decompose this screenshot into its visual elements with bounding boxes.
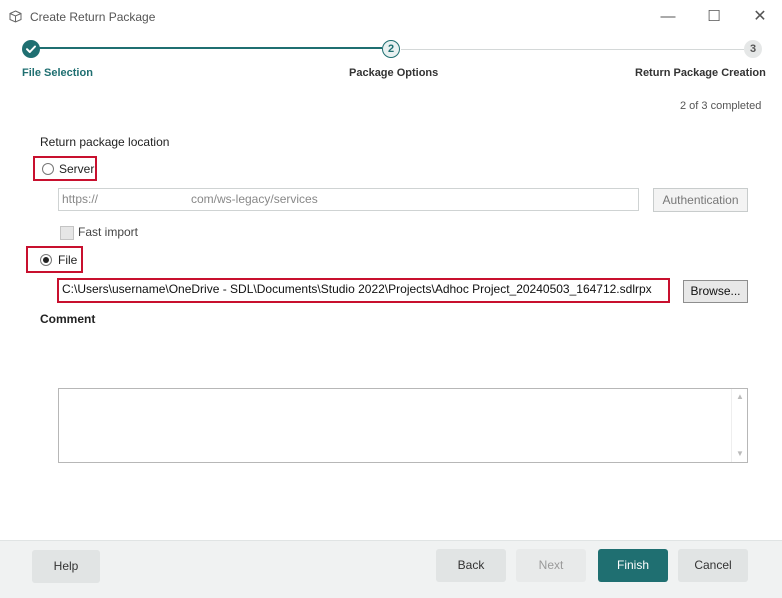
close-icon[interactable]: ✕	[740, 4, 780, 30]
step-2-indicator: 2	[382, 40, 400, 58]
browse-button[interactable]: Browse...	[683, 280, 748, 303]
server-option[interactable]: Server	[33, 156, 97, 181]
minimize-icon[interactable]: —	[648, 4, 688, 30]
finish-button[interactable]: Finish	[598, 549, 668, 582]
server-url-prefix: https://	[62, 192, 99, 206]
return-package-location-label: Return package location	[40, 135, 170, 149]
authentication-button[interactable]: Authentication	[653, 188, 748, 212]
comment-textarea[interactable]	[58, 388, 748, 463]
step-1-label: File Selection	[22, 67, 93, 79]
file-radio[interactable]	[40, 254, 52, 266]
stepper-track-completed	[32, 47, 382, 49]
package-icon	[9, 10, 22, 23]
server-url-input[interactable]: https:// com/ws-legacy/services	[58, 188, 639, 211]
next-button[interactable]: Next	[516, 549, 586, 582]
help-button[interactable]: Help	[32, 550, 100, 583]
scroll-down-icon[interactable]: ▼	[736, 449, 744, 458]
comment-scrollbar[interactable]: ▲ ▼	[731, 389, 748, 462]
server-radio-label: Server	[59, 162, 95, 176]
comment-label: Comment	[40, 312, 96, 326]
server-radio[interactable]	[42, 163, 54, 175]
server-url-suffix: com/ws-legacy/services	[191, 192, 318, 206]
file-radio-label: File	[58, 253, 78, 267]
fast-import-checkbox[interactable]	[60, 226, 74, 240]
file-option[interactable]: File	[26, 246, 83, 273]
file-path-input[interactable]: C:\Users\username\OneDrive - SDL\Documen…	[57, 278, 670, 303]
check-icon	[26, 45, 36, 53]
window-title: Create Return Package	[30, 10, 156, 24]
back-button[interactable]: Back	[436, 549, 506, 582]
scroll-up-icon[interactable]: ▲	[736, 392, 744, 401]
step-1-indicator	[22, 40, 40, 58]
cancel-button[interactable]: Cancel	[678, 549, 748, 582]
stepper-track-pending	[401, 49, 744, 50]
step-2-label: Package Options	[349, 67, 439, 79]
fast-import-label: Fast import	[78, 225, 139, 239]
step-3-indicator: 3	[744, 40, 762, 58]
step-3-label: Return Package Creation	[635, 67, 766, 79]
progress-text: 2 of 3 completed	[680, 100, 762, 112]
maximize-icon[interactable]: ☐	[694, 4, 734, 30]
